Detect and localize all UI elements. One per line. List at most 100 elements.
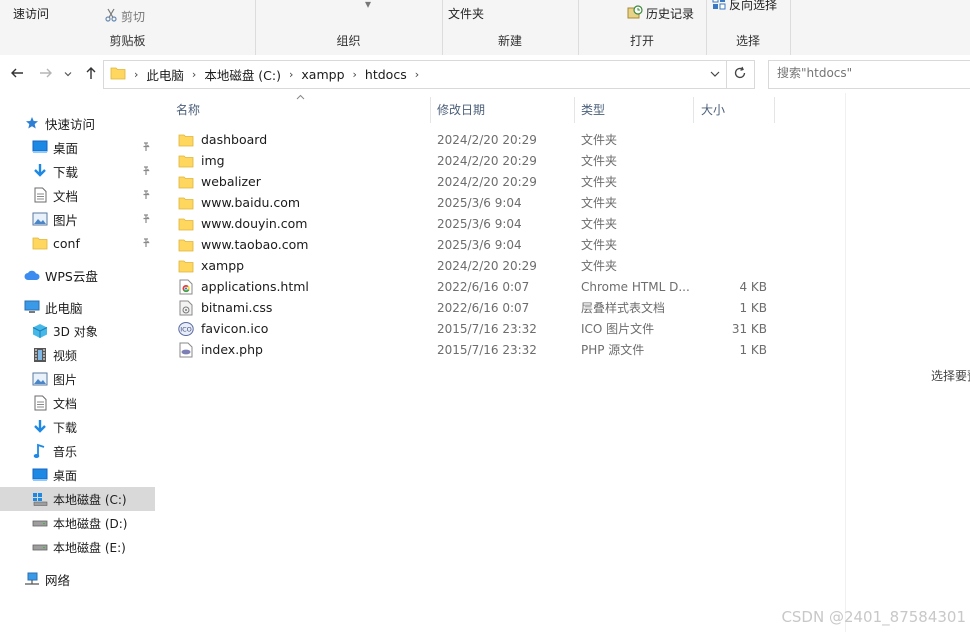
file-name-cell: applications.html bbox=[178, 276, 428, 297]
nav-pc-item[interactable]: 文档 bbox=[0, 391, 155, 415]
breadcrumb-local-disk-c[interactable]: 本地磁盘 (C:) bbox=[204, 65, 281, 84]
search-input[interactable] bbox=[777, 66, 957, 80]
network-icon bbox=[24, 571, 40, 587]
breadcrumb-separator[interactable]: › bbox=[415, 68, 419, 81]
nav-pc-item[interactable]: 3D 对象 bbox=[0, 319, 155, 343]
nav-pinned-item[interactable]: 桌面 bbox=[0, 135, 155, 159]
file-size bbox=[697, 150, 767, 171]
pin-icon bbox=[141, 164, 151, 179]
forward-button[interactable] bbox=[37, 65, 55, 83]
music-icon bbox=[32, 443, 48, 459]
refresh-icon bbox=[733, 66, 747, 83]
nav-pinned-item[interactable]: 文档 bbox=[0, 183, 155, 207]
column-resize-handle[interactable] bbox=[693, 97, 694, 123]
nav-pc-item[interactable]: 视频 bbox=[0, 343, 155, 367]
file-row[interactable]: index.php 2015/7/16 23:32 PHP 源文件 1 KB bbox=[174, 339, 784, 360]
back-button[interactable] bbox=[8, 65, 26, 83]
nav-pinned-item[interactable]: 下载 bbox=[0, 159, 155, 183]
file-row[interactable]: bitnami.css 2022/6/16 0:07 层叠样式表文档 1 KB bbox=[174, 297, 784, 318]
address-toolbar: › 此电脑 › 本地磁盘 (C:) › xampp › htdocs › bbox=[0, 55, 970, 93]
svg-text:ICO: ICO bbox=[180, 325, 192, 333]
breadcrumb-separator[interactable]: › bbox=[353, 68, 357, 81]
cut-button[interactable]: 剪切 bbox=[104, 8, 145, 25]
ribbon-group-organize: ▔ ▔▔▔ ▔▔▔ ▾ 组织 bbox=[255, 0, 443, 55]
refresh-button[interactable] bbox=[726, 60, 755, 89]
nav-pc-item-label: 图片 bbox=[53, 372, 78, 387]
nav-pinned-item[interactable]: 图片 bbox=[0, 207, 155, 231]
ico-file-icon: ICO bbox=[178, 321, 194, 337]
nav-pc-item[interactable]: 图片 bbox=[0, 367, 155, 391]
nav-pc-item[interactable]: 下载 bbox=[0, 415, 155, 439]
address-bar[interactable]: › 此电脑 › 本地磁盘 (C:) › xampp › htdocs › bbox=[103, 60, 727, 89]
breadcrumb-this-pc[interactable]: 此电脑 bbox=[146, 65, 184, 84]
quick-access-pin-button[interactable]: 速访问 bbox=[13, 5, 49, 22]
file-type: 文件夹 bbox=[581, 217, 618, 231]
file-name-cell: www.taobao.com bbox=[178, 234, 428, 255]
file-type: 文件夹 bbox=[581, 259, 618, 273]
search-box[interactable] bbox=[768, 60, 970, 89]
file-name: favicon.ico bbox=[201, 321, 269, 336]
file-type: Chrome HTML D... bbox=[581, 279, 690, 294]
history-button[interactable]: 历史记录 bbox=[627, 4, 694, 23]
file-row[interactable]: www.douyin.com 2025/3/6 9:04 文件夹 bbox=[174, 213, 784, 234]
breadcrumb-htdocs[interactable]: htdocs bbox=[365, 67, 407, 82]
column-resize-handle[interactable] bbox=[574, 97, 575, 123]
file-row[interactable]: xampp 2024/2/20 20:29 文件夹 bbox=[174, 255, 784, 276]
column-header-size[interactable]: 大小 bbox=[701, 93, 771, 125]
nav-quick-access[interactable]: 快速访问 bbox=[0, 111, 155, 135]
breadcrumb-separator[interactable]: › bbox=[289, 68, 293, 81]
nav-pc-item[interactable]: 本地磁盘 (E:) bbox=[0, 535, 155, 559]
column-header-date[interactable]: 修改日期 bbox=[437, 93, 567, 125]
file-type: 层叠样式表文档 bbox=[581, 301, 666, 315]
column-resize-handle[interactable] bbox=[774, 97, 775, 123]
file-name-cell: img bbox=[178, 150, 428, 171]
breadcrumb-xampp[interactable]: xampp bbox=[301, 67, 344, 82]
up-button[interactable] bbox=[82, 65, 100, 83]
navigation-pane[interactable]: 快速访问 桌面 下载 文档 图片 conf WPS云盘 此电脑 3D 对象 视频 图片 文档下… bbox=[0, 93, 157, 632]
file-date: 2022/6/16 0:07 bbox=[437, 279, 530, 294]
file-list[interactable]: 名称 修改日期 类型 大小 dashboard 2024/2/20 20:29 文件… bbox=[157, 93, 847, 632]
file-row[interactable]: www.taobao.com 2025/3/6 9:04 文件夹 bbox=[174, 234, 784, 255]
file-row[interactable]: img 2024/2/20 20:29 文件夹 bbox=[174, 150, 784, 171]
file-row[interactable]: webalizer 2024/2/20 20:29 文件夹 bbox=[174, 171, 784, 192]
nav-this-pc[interactable]: 此电脑 bbox=[0, 295, 155, 319]
column-header-type[interactable]: 类型 bbox=[581, 93, 691, 125]
video-icon bbox=[32, 347, 48, 363]
open-group-label: 打开 bbox=[629, 34, 654, 48]
breadcrumb-separator[interactable]: › bbox=[192, 68, 196, 81]
recent-locations-button[interactable] bbox=[62, 65, 74, 83]
nav-pc-item[interactable]: 本地磁盘 (C:) bbox=[0, 487, 155, 511]
download-icon bbox=[32, 419, 48, 435]
nav-pc-item-label: 视频 bbox=[53, 348, 78, 363]
file-name-cell: index.php bbox=[178, 339, 428, 360]
file-size bbox=[697, 192, 767, 213]
nav-pc-item-label: 本地磁盘 (E:) bbox=[53, 540, 126, 555]
file-row[interactable]: dashboard 2024/2/20 20:29 文件夹 bbox=[174, 129, 784, 150]
picture-icon bbox=[32, 371, 48, 387]
column-resize-handle[interactable] bbox=[430, 97, 431, 123]
file-name-cell: ICO favicon.ico bbox=[178, 318, 428, 339]
file-row[interactable]: ICO favicon.ico 2015/7/16 23:32 ICO 图片文件 31 … bbox=[174, 318, 784, 339]
nav-pc-item[interactable]: 音乐 bbox=[0, 439, 155, 463]
move-to-dropdown[interactable]: ▾ bbox=[365, 0, 371, 11]
new-folder-button[interactable]: 文件夹 bbox=[448, 5, 484, 22]
file-name: dashboard bbox=[201, 132, 268, 147]
nav-wps-cloud[interactable]: WPS云盘 bbox=[0, 263, 155, 287]
ribbon-clipped-text: ▔▔▔▔▔ ▔▔▔▔ bbox=[6, 0, 96, 2]
address-history-dropdown[interactable] bbox=[710, 68, 720, 82]
file-size: 4 KB bbox=[739, 279, 767, 294]
column-header-name[interactable]: 名称 bbox=[176, 93, 426, 125]
file-row[interactable]: applications.html 2022/6/16 0:07 Chrome HT… bbox=[174, 276, 784, 297]
document-icon bbox=[32, 187, 48, 203]
file-row[interactable]: www.baidu.com 2025/3/6 9:04 文件夹 bbox=[174, 192, 784, 213]
invert-selection-button[interactable]: 反向选择 bbox=[712, 0, 777, 13]
ribbon-group-select: 反向选择 选择 bbox=[706, 0, 791, 55]
invert-selection-label: 反向选择 bbox=[729, 0, 778, 12]
file-date: 2015/7/16 23:32 bbox=[437, 321, 537, 336]
nav-network[interactable]: 网络 bbox=[0, 567, 155, 591]
nav-pc-item[interactable]: 桌面 bbox=[0, 463, 155, 487]
file-date: 2024/2/20 20:29 bbox=[437, 132, 537, 147]
nav-pinned-item[interactable]: conf bbox=[0, 231, 155, 255]
nav-pc-item[interactable]: 本地磁盘 (D:) bbox=[0, 511, 155, 535]
file-size bbox=[697, 255, 767, 276]
